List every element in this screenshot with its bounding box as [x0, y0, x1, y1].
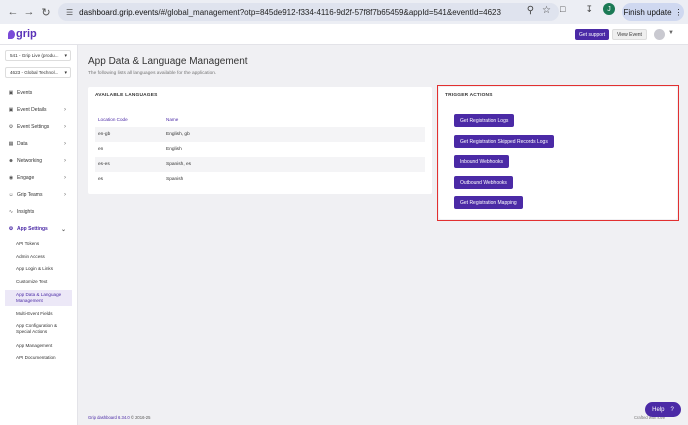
get-registration-mapping-button[interactable]: Get Registration Mapping — [454, 196, 523, 209]
chevron-down-icon[interactable]: ▼ — [668, 30, 674, 36]
extensions-icon[interactable]: □ — [560, 4, 565, 14]
finish-update-button[interactable]: Finish update ⋮ — [622, 3, 684, 21]
app-header: grip Get support View Event ▼ — [0, 24, 688, 45]
table-icon: ▦ — [8, 141, 14, 147]
chevron-down-icon: ▾ — [64, 69, 67, 76]
sidebar-item-grip-teams[interactable]: ☺ Grip Teams › — [0, 189, 72, 201]
app-select[interactable]: 541 - Grip Live (produ... ▾ — [5, 50, 71, 61]
bookmark-star-icon[interactable]: ☆ — [542, 5, 551, 16]
sidebar-item-engage[interactable]: ◉ Engage › — [0, 172, 72, 184]
chevron-down-icon: ⌄ — [60, 226, 66, 233]
table-row: en English — [95, 142, 425, 157]
view-event-button[interactable]: View Event — [612, 29, 647, 40]
sidebar-subitem-api-tokens[interactable]: API Tokens — [16, 241, 72, 247]
gear-icon: ⚙ — [8, 124, 14, 130]
column-header-location-code[interactable]: Location Code — [98, 117, 128, 122]
help-button[interactable]: Help? — [645, 402, 681, 417]
column-header-name[interactable]: Name — [166, 117, 178, 122]
forward-icon[interactable]: → — [20, 3, 38, 21]
sidebar-item-event-settings[interactable]: ⚙ Event Settings › — [0, 121, 72, 133]
question-icon: ? — [670, 406, 674, 413]
footer-version: Grip dashboard 6.34.0 © 2016-25 — [88, 415, 151, 420]
table-row: en-gb English, gb — [95, 127, 425, 142]
card-title: TRIGGER ACTIONS — [445, 93, 493, 98]
calendar-icon: ▣ — [8, 107, 14, 113]
grip-logo-icon — [8, 29, 15, 39]
page-title: App Data & Language Management — [88, 56, 248, 67]
chart-line-icon: ∿ — [8, 209, 14, 215]
get-registration-skipped-logs-button[interactable]: Get Registration Skipped Records Logs — [454, 135, 554, 148]
available-languages-card: AVAILABLE LANGUAGES Location Code Name e… — [88, 87, 432, 194]
get-support-button[interactable]: Get support — [575, 29, 610, 40]
sidebar-subitem-app-management[interactable]: App Management — [16, 343, 72, 349]
gear-icon: ⚙ — [8, 226, 14, 232]
location-code: en-gb — [98, 132, 111, 137]
calendar-icon: ▣ — [8, 90, 14, 96]
chevron-right-icon: › — [64, 192, 66, 198]
user-avatar[interactable] — [654, 29, 665, 40]
language-name: English — [166, 147, 182, 152]
sidebar-subitem-multi-event-fields[interactable]: Multi-Event Fields — [16, 311, 72, 317]
language-name: Spanish — [166, 177, 184, 182]
url-text: dashboard.grip.events/#/global_managemen… — [79, 7, 501, 17]
sidebar-item-events[interactable]: ▣ Events — [0, 87, 72, 99]
chevron-right-icon: › — [64, 141, 66, 147]
card-title: AVAILABLE LANGUAGES — [95, 93, 158, 98]
location-code: en — [98, 147, 104, 152]
sidebar-subitem-app-login-links[interactable]: App Login & Links — [16, 266, 72, 272]
browser-toolbar: ← → ↻ ☰ dashboard.grip.events/#/global_m… — [0, 0, 688, 24]
people-icon: ☻ — [8, 158, 14, 164]
sidebar-item-app-settings[interactable]: ⚙ App Settings ⌄ — [0, 223, 72, 235]
reload-icon[interactable]: ↻ — [37, 3, 55, 21]
download-icon[interactable]: ↧ — [585, 4, 593, 15]
sidebar-subitem-customize-text[interactable]: Customize Text — [16, 279, 72, 285]
chevron-right-icon: › — [64, 107, 66, 113]
table-row: es Spanish — [95, 172, 425, 187]
chevron-right-icon: › — [64, 124, 66, 130]
sidebar-subitem-admin-access[interactable]: Admin Access — [16, 254, 72, 260]
location-code: es — [98, 177, 104, 182]
sidebar-item-insights[interactable]: ∿ Insights — [0, 206, 72, 218]
team-icon: ☺ — [8, 192, 14, 198]
sidebar-subitem-app-data-language[interactable]: App Data & Language Management — [5, 290, 72, 306]
outbound-webhooks-button[interactable]: Outbound Webhooks — [454, 176, 513, 189]
location-code: es-es — [98, 162, 110, 167]
sidebar-item-event-details[interactable]: ▣ Event Details › — [0, 104, 72, 116]
globe-icon: ◉ — [8, 175, 14, 181]
profile-avatar[interactable]: J — [602, 3, 615, 15]
chevron-right-icon: › — [64, 158, 66, 164]
table-row: es-es Spanish, es — [95, 157, 425, 172]
get-registration-logs-button[interactable]: Get Registration Logs — [454, 114, 515, 127]
sidebar-subitem-app-configuration[interactable]: App Configuration & Special Actions — [16, 323, 72, 335]
site-info-icon[interactable]: ☰ — [66, 8, 73, 17]
page-subtitle: The following lists all languages availa… — [88, 71, 217, 76]
address-bar[interactable]: ☰ dashboard.grip.events/#/global_managem… — [58, 3, 559, 21]
grip-logo[interactable]: grip — [8, 28, 37, 40]
sidebar: 541 - Grip Live (produ... ▾ 4623 - Global… — [0, 45, 78, 425]
zoom-icon[interactable]: ⚲ — [527, 5, 534, 16]
language-name: English, gb — [166, 132, 190, 137]
trigger-actions-card: TRIGGER ACTIONS Get Registration Logs Ge… — [439, 87, 677, 219]
event-select[interactable]: 4623 - Global Technol... ▾ — [5, 67, 71, 78]
inbound-webhooks-button[interactable]: Inbound Webhooks — [454, 155, 509, 168]
sidebar-item-data[interactable]: ▦ Data › — [0, 138, 72, 150]
sidebar-item-networking[interactable]: ☻ Networking › — [0, 155, 72, 167]
chevron-down-icon: ▾ — [64, 52, 67, 59]
sidebar-subitem-api-documentation[interactable]: API Documentation — [16, 355, 72, 361]
chevron-right-icon: › — [64, 175, 66, 181]
more-vertical-icon: ⋮ — [674, 7, 683, 17]
language-name: Spanish, es — [166, 162, 192, 167]
